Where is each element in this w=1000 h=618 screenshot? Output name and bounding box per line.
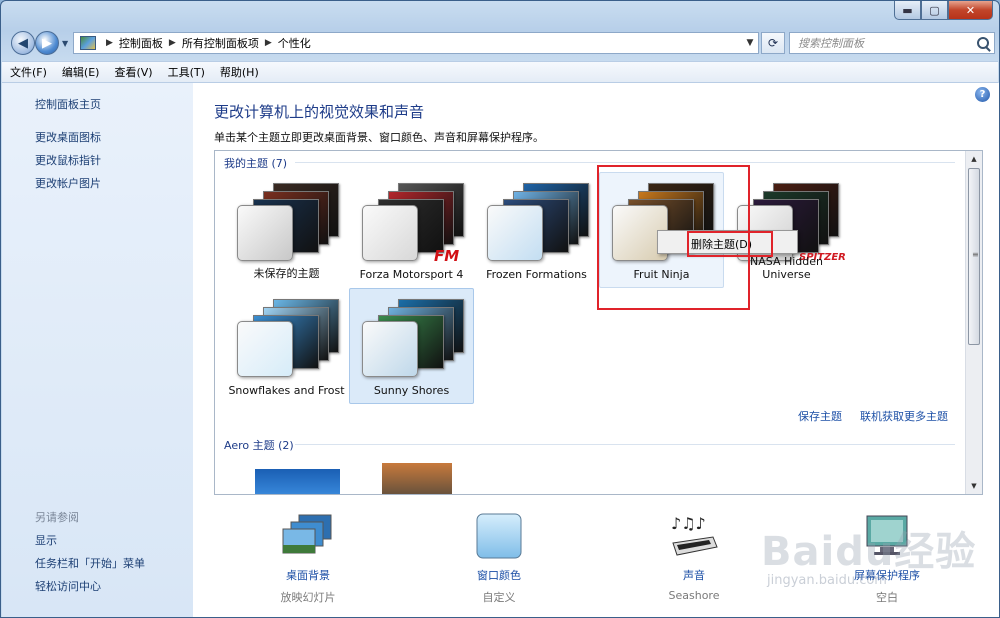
theme-name: Forza Motorsport 4 <box>359 268 464 281</box>
theme-name: 未保存的主题 <box>253 267 320 280</box>
control-panel-home-link[interactable]: 控制面板主页 <box>35 96 101 112</box>
address-bar[interactable]: ▶ 控制面板 ▶ 所有控制面板项 ▶ 个性化 ▼ <box>73 32 759 54</box>
menu-view[interactable]: 查看(V) <box>114 64 152 80</box>
window-color-label[interactable]: 窗口颜色 <box>439 567 559 583</box>
help-icon[interactable]: ? <box>975 87 990 102</box>
theme-tile[interactable]: 未保存的主题 <box>224 172 349 288</box>
baidu-watermark: Baidu经验 <box>761 529 977 575</box>
personalization-window: ▬ ▢ ✕ ◀ ▶ ▼ ▶ 控制面板 ▶ 所有控制面板项 ▶ 个性化 ▼ ⟳ 搜… <box>0 0 1000 618</box>
display-link[interactable]: 显示 <box>35 532 57 548</box>
get-more-themes-link[interactable]: 联机获取更多主题 <box>860 408 948 424</box>
sounds-icon: ♪♫♪ <box>671 514 718 556</box>
group-divider <box>295 162 955 163</box>
menu-bar: 文件(F) 编辑(E) 查看(V) 工具(T) 帮助(H) <box>2 61 998 83</box>
theme-name: Snowflakes and Frost <box>228 384 345 397</box>
theme-preview <box>237 299 341 379</box>
forward-button[interactable]: ▶ <box>35 31 59 55</box>
close-button[interactable]: ✕ <box>948 1 993 20</box>
theme-preview <box>487 183 591 263</box>
chevron-right-icon[interactable]: ▶ <box>265 38 272 48</box>
ease-of-access-link[interactable]: 轻松访问中心 <box>35 578 101 594</box>
scroll-down-icon[interactable]: ▼ <box>966 478 982 494</box>
forza-logo: FM <box>434 247 460 265</box>
theme-preview <box>237 183 341 263</box>
aero-theme-preview[interactable] <box>382 463 452 494</box>
search-icon[interactable] <box>977 37 989 49</box>
theme-name: NASA Hidden Universe <box>750 255 823 281</box>
control-panel-icon <box>80 36 96 50</box>
theme-name: Sunny Shores <box>373 384 450 397</box>
change-desktop-icons-link[interactable]: 更改桌面图标 <box>35 129 101 145</box>
theme-list-scrollbar[interactable]: ▲ ≡ ▼ <box>965 151 982 494</box>
back-button[interactable]: ◀ <box>11 31 35 55</box>
change-account-picture-link[interactable]: 更改帐户图片 <box>35 175 101 191</box>
window-color-swatch <box>362 321 418 377</box>
search-input[interactable]: 搜索控制面板 <box>789 32 995 54</box>
menu-help[interactable]: 帮助(H) <box>220 64 259 80</box>
sounds-label[interactable]: 声音 <box>634 567 754 583</box>
theme-tile[interactable]: Snowflakes and Frost <box>224 288 349 404</box>
aero-themes-header: Aero 主题 (2) <box>224 439 294 452</box>
change-mouse-pointers-link[interactable]: 更改鼠标指针 <box>35 152 101 168</box>
see-also-heading: 另请参阅 <box>35 511 79 524</box>
task-pane: 控制面板主页 更改桌面图标 更改鼠标指针 更改帐户图片 另请参阅 显示 任务栏和… <box>2 83 193 617</box>
breadcrumb-personalization[interactable]: 个性化 <box>278 35 311 51</box>
maximize-button[interactable]: ▢ <box>921 1 948 20</box>
theme-tile[interactable]: Frozen Formations <box>474 172 599 288</box>
page-title: 更改计算机上的视觉效果和声音 <box>214 103 425 121</box>
window-color-icon <box>476 513 522 559</box>
theme-preview: FM <box>362 183 466 265</box>
taskbar-start-menu-link[interactable]: 任务栏和「开始」菜单 <box>35 555 145 571</box>
theme-list[interactable]: 我的主题 (7) 未保存的主题 FM Forza Motorsport 4 Froze… <box>214 150 983 495</box>
window-color-swatch <box>237 205 293 261</box>
aero-theme-preview[interactable] <box>255 469 340 494</box>
chevron-down-icon[interactable]: ▼ <box>742 38 758 48</box>
window-color-swatch <box>237 321 293 377</box>
sounds-value: Seashore <box>668 589 720 602</box>
theme-context-menu: 删除主题(D) <box>657 230 798 254</box>
minimize-button[interactable]: ▬ <box>894 1 921 20</box>
theme-tile[interactable]: FM Forza Motorsport 4 <box>349 172 474 288</box>
navigation-bar: ◀ ▶ ▼ ▶ 控制面板 ▶ 所有控制面板项 ▶ 个性化 ▼ ⟳ 搜索控制面板 <box>7 29 995 57</box>
caption-buttons: ▬ ▢ ✕ <box>894 1 993 20</box>
breadcrumb-all-items[interactable]: 所有控制面板项 <box>182 35 259 51</box>
scrollbar-thumb[interactable]: ≡ <box>968 168 980 345</box>
scroll-up-icon[interactable]: ▲ <box>966 151 982 167</box>
screensaver-value: 空白 <box>876 591 898 604</box>
menu-tools[interactable]: 工具(T) <box>168 64 205 80</box>
menu-edit[interactable]: 编辑(E) <box>62 64 100 80</box>
save-theme-link[interactable]: 保存主题 <box>798 408 842 424</box>
desktop-background-value: 放映幻灯片 <box>280 591 336 604</box>
window-color-swatch <box>487 205 543 261</box>
theme-name: Fruit Ninja <box>633 268 690 281</box>
theme-preview <box>362 299 466 379</box>
group-divider <box>295 444 955 445</box>
theme-name: Frozen Formations <box>486 268 587 281</box>
refresh-button[interactable]: ⟳ <box>761 32 785 54</box>
svg-text:♪♫♪: ♪♫♪ <box>671 514 706 533</box>
delete-theme-menu-item[interactable]: 删除主题(D) <box>691 236 752 252</box>
my-themes-header: 我的主题 (7) <box>224 157 288 170</box>
chevron-right-icon[interactable]: ▶ <box>106 38 113 48</box>
theme-tile[interactable]: Sunny Shores <box>349 288 474 404</box>
window-color-swatch <box>362 205 418 261</box>
recent-pages-icon[interactable]: ▼ <box>62 39 68 48</box>
chevron-right-icon[interactable]: ▶ <box>169 38 176 48</box>
menu-file[interactable]: 文件(F) <box>10 64 47 80</box>
desktop-background-label[interactable]: 桌面背景 <box>248 567 368 583</box>
baidu-watermark-url: jingyan.baidu.com <box>767 573 887 588</box>
page-subtitle: 单击某个主题立即更改桌面背景、窗口颜色、声音和屏幕保护程序。 <box>214 131 544 144</box>
search-placeholder: 搜索控制面板 <box>798 37 864 50</box>
desktop-background-icon <box>282 514 332 554</box>
breadcrumb-control-panel[interactable]: 控制面板 <box>119 35 163 51</box>
window-color-value: 自定义 <box>482 591 516 604</box>
